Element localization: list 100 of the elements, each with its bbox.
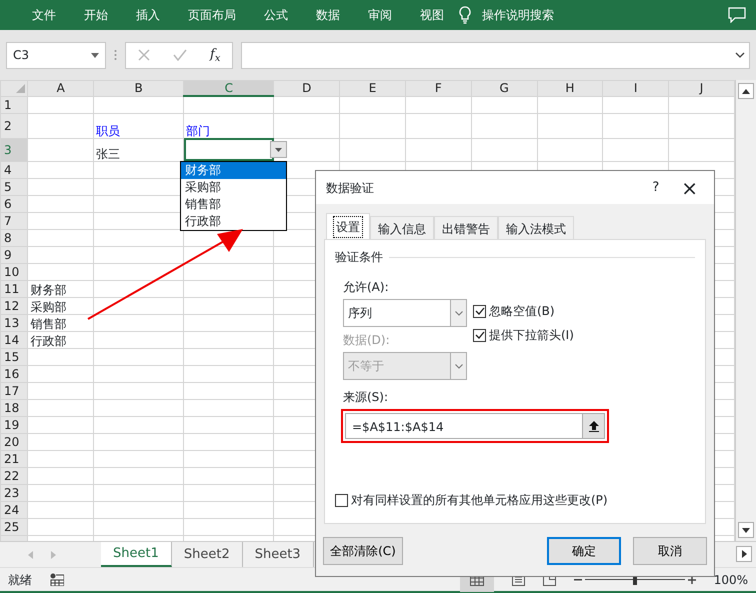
up-arrow-icon	[742, 88, 750, 94]
column-header[interactable]: E	[340, 80, 406, 96]
ribbon-tab[interactable]: 页面布局	[174, 6, 250, 24]
cell-dropdown-button[interactable]	[270, 141, 287, 158]
list-option[interactable]: 销售部	[181, 196, 286, 213]
check-icon	[474, 307, 484, 315]
cell: 职员	[94, 113, 184, 138]
row-header[interactable]: 18	[0, 399, 28, 416]
list-option[interactable]: 采购部	[181, 179, 286, 196]
dialog-tab[interactable]: 输入信息	[370, 216, 434, 240]
ribbon-tab[interactable]: 审阅	[354, 6, 406, 24]
row-header[interactable]: 4	[0, 161, 28, 178]
row-header[interactable]: 9	[0, 246, 28, 263]
ribbon-tab[interactable]: 公式	[250, 6, 302, 24]
scroll-up-button[interactable]	[738, 83, 754, 99]
zoom-level[interactable]: 100%	[714, 570, 748, 588]
checkbox-option[interactable]: 对有同样设置的所有其他单元格应用这些更改(P)	[335, 491, 695, 509]
column-header[interactable]: B	[94, 80, 184, 96]
cell: 部门	[184, 113, 274, 138]
sheet-tab[interactable]: Sheet1	[101, 542, 172, 567]
cell: 财务部	[28, 280, 94, 297]
scroll-right-button[interactable]	[736, 546, 752, 562]
expand-icon[interactable]	[735, 52, 745, 58]
formula-field[interactable]	[241, 42, 750, 68]
dialog-tab[interactable]: 出错警告	[434, 216, 498, 240]
close-button[interactable]: ×	[675, 178, 704, 198]
cell: 行政部	[28, 331, 94, 348]
checkbox-option[interactable]: 忽略空值(B)	[473, 302, 574, 320]
column-header[interactable]: D	[274, 80, 340, 96]
column-header[interactable]: G	[471, 80, 537, 96]
grip-icon	[114, 49, 117, 61]
row-header[interactable]: 10	[0, 263, 28, 280]
row-header[interactable]: 20	[0, 433, 28, 450]
list-option[interactable]: 行政部	[181, 213, 286, 230]
row-header[interactable]: 12	[0, 297, 28, 314]
ribbon-tab[interactable]: 数据	[302, 6, 354, 24]
dialog-button[interactable]: 全部清除(C)	[323, 537, 403, 565]
row-header[interactable]: 16	[0, 365, 28, 382]
row-header[interactable]: 19	[0, 416, 28, 433]
check-icon	[474, 331, 484, 339]
comment-icon[interactable]	[728, 7, 746, 23]
help-button[interactable]: ?	[646, 178, 666, 198]
scroll-down-button[interactable]	[738, 522, 754, 538]
zoom-in-icon[interactable]	[688, 576, 696, 584]
ribbon-tab[interactable]: 文件	[18, 6, 70, 24]
section-title: 验证条件	[335, 249, 383, 266]
row-header[interactable]: 3	[0, 138, 28, 161]
collapse-dialog-button[interactable]	[582, 414, 604, 438]
select-field[interactable]: 序列	[343, 299, 467, 327]
dialog-button[interactable]: 取消	[633, 537, 707, 565]
row-header[interactable]: 13	[0, 314, 28, 331]
dialog-tab[interactable]: 设置	[326, 213, 370, 240]
dropdown-arrow-icon	[275, 148, 282, 152]
name-box[interactable]: C3	[6, 42, 106, 68]
column-header[interactable]: J	[668, 80, 734, 96]
row-header[interactable]: 22	[0, 467, 28, 484]
column-header[interactable]: I	[602, 80, 669, 96]
row-header[interactable]: 17	[0, 382, 28, 399]
up-arrow-icon	[588, 420, 598, 432]
tell-me-search[interactable]: 操作说明搜索	[472, 6, 568, 24]
column-header[interactable]: F	[405, 80, 472, 96]
active-cell[interactable]	[184, 138, 274, 161]
source-field[interactable]: =$A$11:$A$14	[345, 413, 605, 439]
lightbulb-icon[interactable]	[458, 6, 472, 24]
column-header[interactable]: A	[28, 80, 94, 96]
checkbox-option[interactable]: 提供下拉箭头(I)	[473, 326, 574, 344]
row-header[interactable]: 6	[0, 195, 28, 212]
row-header[interactable]: 2	[0, 113, 28, 138]
list-option[interactable]: 财务部	[181, 162, 286, 179]
row-header[interactable]: 14	[0, 331, 28, 348]
row-header[interactable]: 25	[0, 518, 28, 535]
column-header[interactable]: C	[184, 80, 274, 96]
dialog-tab[interactable]: 输入法模式	[498, 216, 574, 240]
ribbon-tab[interactable]: 插入	[122, 6, 174, 24]
ribbon-tab[interactable]: 视图	[406, 6, 458, 24]
status-text: 就绪	[8, 572, 32, 588]
dialog-button[interactable]: 确定	[547, 537, 621, 565]
field-label: 数据(D):	[343, 332, 391, 349]
insert-function-button[interactable]: f$_{x}$	[210, 45, 220, 65]
chevron-down-icon	[454, 364, 462, 368]
row-header[interactable]: 5	[0, 178, 28, 195]
select-field: 不等于	[343, 352, 467, 380]
corner-triangle-icon	[16, 84, 26, 94]
row-header[interactable]: 1	[0, 96, 28, 113]
macro-record-icon[interactable]	[50, 573, 64, 586]
row-header[interactable]: 11	[0, 280, 28, 297]
field-label: 允许(A):	[343, 279, 390, 296]
cell: 采购部	[28, 297, 94, 314]
row-header[interactable]: 7	[0, 212, 28, 229]
row-header[interactable]: 23	[0, 484, 28, 501]
row-header[interactable]: 21	[0, 450, 28, 467]
chevron-down-icon	[454, 310, 462, 316]
right-arrow-icon	[742, 550, 746, 558]
check-icon[interactable]	[172, 49, 187, 61]
row-header[interactable]: 8	[0, 229, 28, 246]
row-header[interactable]: 15	[0, 348, 28, 365]
field-label: 来源(S):	[343, 389, 390, 406]
column-header[interactable]: H	[537, 80, 603, 96]
ribbon-tab[interactable]: 开始	[70, 6, 122, 24]
row-header[interactable]: 24	[0, 501, 28, 518]
